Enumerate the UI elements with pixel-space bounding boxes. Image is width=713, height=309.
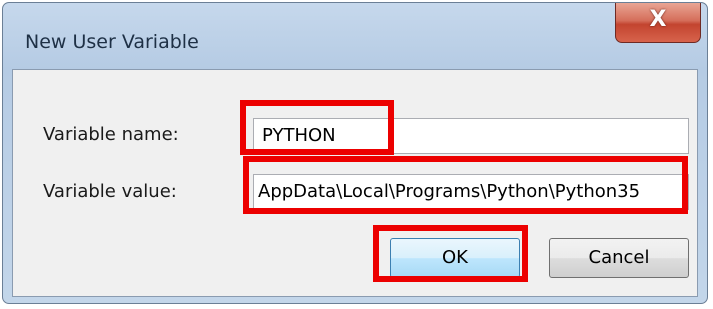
value-field-highlight (243, 156, 688, 214)
cancel-button[interactable]: Cancel (549, 238, 689, 278)
ok-button-highlight (373, 225, 528, 282)
close-icon: X (649, 7, 667, 32)
name-field-highlight (240, 100, 394, 155)
title-bar: New User Variable X (3, 3, 707, 69)
variable-value-label: Variable value: (43, 181, 177, 202)
variable-name-label: Variable name: (43, 124, 179, 145)
dialog-title: New User Variable (25, 31, 199, 53)
close-button[interactable]: X (615, 3, 701, 43)
